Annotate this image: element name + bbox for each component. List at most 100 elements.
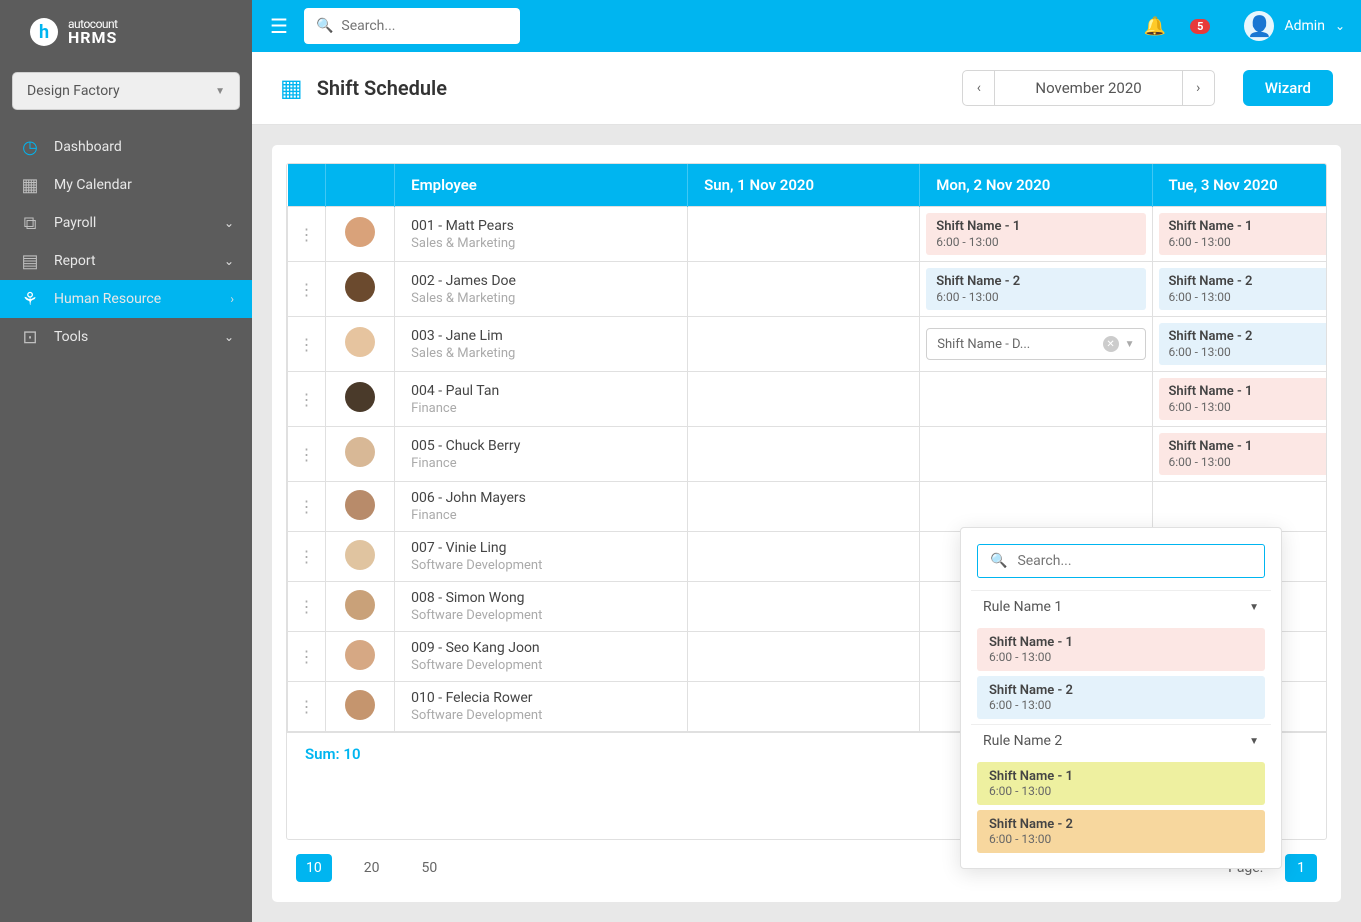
shift-chip[interactable]: Shift Name - 16:00 - 13:00 [1159,213,1328,255]
day-cell[interactable] [688,427,920,482]
avatar-cell [326,207,395,262]
shift-chip[interactable]: Shift Name - 26:00 - 13:00 [1159,268,1328,310]
nav-human-resource[interactable]: ⚘ Human Resource › [0,280,252,318]
shift-option[interactable]: Shift Name - 1 6:00 - 13:00 [977,628,1265,671]
day-cell[interactable] [688,207,920,262]
nav-report[interactable]: ▤ Report ⌄ [0,242,252,280]
day-cell[interactable] [688,262,920,317]
day-cell[interactable]: Shift Name - 16:00 - 13:00 [920,207,1152,262]
avatar [345,540,375,570]
day-cell[interactable] [920,427,1152,482]
employee-cell[interactable]: 003 - Jane LimSales & Marketing [395,317,688,372]
day-cell[interactable] [920,372,1152,427]
avatar-icon: 👤 [1244,11,1274,41]
shift-option[interactable]: Shift Name - 2 6:00 - 13:00 [977,676,1265,719]
employee-cell[interactable]: 008 - Simon WongSoftware Development [395,582,688,632]
day-cell[interactable]: Shift Name - D...✕▼ [920,317,1152,372]
bell-icon[interactable]: 🔔 [1144,16,1166,37]
user-menu[interactable]: 👤 Admin ⌄ [1244,11,1345,41]
day-cell[interactable] [920,482,1152,532]
employee-cell[interactable]: 006 - John MayersFinance [395,482,688,532]
rule-header[interactable]: Rule Name 2 ▼ [971,724,1271,757]
avatar [345,690,375,720]
row-menu-icon[interactable]: ⋮ [288,427,326,482]
wizard-button[interactable]: Wizard [1243,70,1333,106]
col-day[interactable]: Mon, 2 Nov 2020 [920,164,1152,207]
rule-header[interactable]: Rule Name 1 ▼ [971,590,1271,623]
brand-line2: HRMS [68,30,118,46]
clear-icon[interactable]: ✕ [1103,336,1119,352]
day-cell[interactable]: Shift Name - 16:00 - 13:00 [1152,427,1327,482]
row-menu-icon[interactable]: ⋮ [288,317,326,372]
employee-cell[interactable]: 005 - Chuck BerryFinance [395,427,688,482]
table-row: ⋮ 006 - John MayersFinance [288,482,1328,532]
avatar-cell [326,482,395,532]
row-menu-icon[interactable]: ⋮ [288,207,326,262]
month-label[interactable]: November 2020 [995,71,1181,105]
day-cell[interactable] [688,632,920,682]
search-input[interactable] [341,18,519,34]
row-menu-icon[interactable]: ⋮ [288,262,326,317]
day-cell[interactable] [1152,482,1327,532]
dropdown-search[interactable]: 🔍 [977,544,1265,578]
day-cell[interactable] [688,582,920,632]
row-menu-icon[interactable]: ⋮ [288,532,326,582]
avatar [345,217,375,247]
shift-option[interactable]: Shift Name - 1 6:00 - 13:00 [977,762,1265,805]
row-menu-icon[interactable]: ⋮ [288,632,326,682]
employee-cell[interactable]: 001 - Matt PearsSales & Marketing [395,207,688,262]
page-size-option[interactable]: 10 [296,854,332,882]
employee-cell[interactable]: 007 - Vinie LingSoftware Development [395,532,688,582]
day-cell[interactable] [688,482,920,532]
user-name: Admin [1284,18,1324,34]
col-employee[interactable]: Employee [395,164,688,207]
shift-select[interactable]: Shift Name - D...✕▼ [926,328,1145,360]
day-cell[interactable] [688,317,920,372]
row-menu-icon[interactable]: ⋮ [288,582,326,632]
employee-cell[interactable]: 004 - Paul TanFinance [395,372,688,427]
shift-option[interactable]: Shift Name - 2 6:00 - 13:00 [977,810,1265,853]
current-page[interactable]: 1 [1285,854,1317,882]
col-day[interactable]: Tue, 3 Nov 2020 [1152,164,1327,207]
employee-dept: Software Development [411,658,671,673]
day-cell[interactable]: Shift Name - 16:00 - 13:00 [1152,372,1327,427]
dropdown-search-input[interactable] [1017,553,1252,569]
employee-dept: Software Development [411,558,671,573]
nav-label: Tools [54,329,88,345]
day-cell[interactable] [688,532,920,582]
shift-chip[interactable]: Shift Name - 16:00 - 13:00 [926,213,1145,255]
employee-cell[interactable]: 010 - Felecia RowerSoftware Development [395,682,688,732]
employee-cell[interactable]: 009 - Seo Kang JoonSoftware Development [395,632,688,682]
col-menu [288,164,326,207]
page-size-option[interactable]: 20 [354,854,390,882]
prev-month-button[interactable]: ‹ [963,71,995,105]
shift-chip[interactable]: Shift Name - 16:00 - 13:00 [1159,378,1328,420]
next-month-button[interactable]: › [1182,71,1214,105]
day-cell[interactable] [688,372,920,427]
nav-tools[interactable]: ⊡ Tools ⌄ [0,318,252,356]
day-cell[interactable] [688,682,920,732]
nav-dashboard[interactable]: ◷ Dashboard [0,128,252,166]
rule-label: Rule Name 2 [983,733,1062,749]
shift-chip[interactable]: Shift Name - 26:00 - 13:00 [1159,323,1328,365]
row-menu-icon[interactable]: ⋮ [288,372,326,427]
day-cell[interactable]: Shift Name - 26:00 - 13:00 [1152,262,1327,317]
shift-chip[interactable]: Shift Name - 26:00 - 13:00 [926,268,1145,310]
company-selector[interactable]: Design Factory ▼ [12,72,240,110]
employee-dept: Software Development [411,608,671,623]
col-day[interactable]: Sun, 1 Nov 2020 [688,164,920,207]
row-menu-icon[interactable]: ⋮ [288,482,326,532]
employee-dept: Sales & Marketing [411,236,671,251]
day-cell[interactable]: Shift Name - 16:00 - 13:00 [1152,207,1327,262]
page-size-option[interactable]: 50 [412,854,448,882]
nav-calendar[interactable]: ▦ My Calendar [0,166,252,204]
shift-chip[interactable]: Shift Name - 16:00 - 13:00 [1159,433,1328,475]
nav-payroll[interactable]: ⧉ Payroll ⌄ [0,204,252,242]
row-menu-icon[interactable]: ⋮ [288,682,326,732]
top-search[interactable]: 🔍 [304,8,520,44]
employee-dept: Finance [411,456,671,471]
day-cell[interactable]: Shift Name - 26:00 - 13:00 [920,262,1152,317]
menu-icon[interactable]: ☰ [270,14,288,38]
day-cell[interactable]: Shift Name - 26:00 - 13:00 [1152,317,1327,372]
employee-cell[interactable]: 002 - James DoeSales & Marketing [395,262,688,317]
